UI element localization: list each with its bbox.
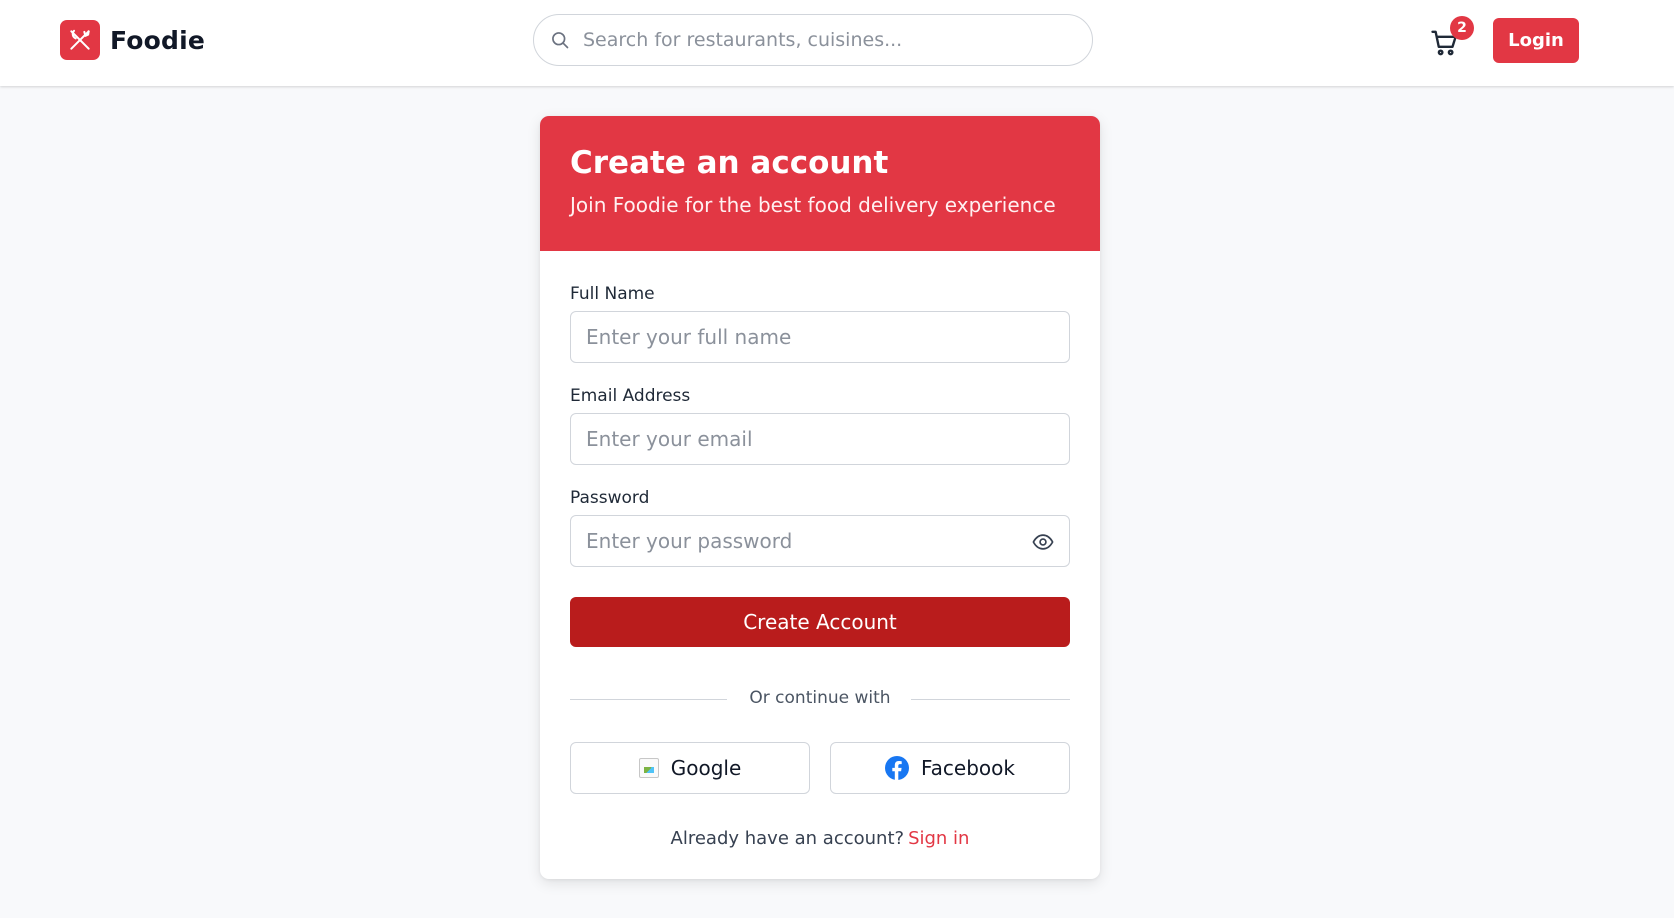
- cart-count-badge: 2: [1450, 16, 1474, 40]
- fork-knife-icon: [60, 20, 100, 60]
- email-input[interactable]: [586, 421, 1026, 457]
- facebook-logo-icon: [885, 756, 909, 780]
- facebook-button-label: Facebook: [921, 756, 1015, 780]
- full-name-input[interactable]: [586, 319, 1026, 355]
- signin-link[interactable]: Sign in: [908, 828, 969, 849]
- create-account-button[interactable]: Create Account: [570, 597, 1070, 647]
- full-name-field-box: [570, 311, 1070, 363]
- signup-card: Create an account Join Foodie for the be…: [540, 116, 1100, 879]
- google-login-button[interactable]: Google: [570, 742, 810, 794]
- brand-home-link[interactable]: Foodie: [60, 20, 205, 60]
- signin-prompt-text: Already have an account?: [670, 828, 905, 849]
- page-title: Create an account: [570, 145, 889, 181]
- divider-line-left: [570, 699, 727, 700]
- password-input[interactable]: [586, 523, 1026, 559]
- signin-prompt: Already have an account? Sign in: [540, 828, 1100, 849]
- top-navbar: Foodie 2 Login: [0, 0, 1674, 86]
- google-button-label: Google: [670, 756, 742, 780]
- signup-card-header: Create an account Join Foodie for the be…: [540, 116, 1100, 251]
- page-subtitle: Join Foodie for the best food delivery e…: [570, 193, 1056, 217]
- full-name-label: Full Name: [570, 284, 655, 304]
- search-input[interactable]: [583, 20, 1063, 60]
- divider-text: Or continue with: [749, 688, 891, 708]
- divider-line-right: [911, 699, 1070, 700]
- facebook-login-button[interactable]: Facebook: [830, 742, 1070, 794]
- email-label: Email Address: [570, 386, 691, 406]
- search-icon: [549, 29, 571, 51]
- login-button[interactable]: Login: [1493, 18, 1579, 63]
- cart-button[interactable]: 2: [1430, 16, 1474, 60]
- eye-icon[interactable]: [1031, 530, 1055, 554]
- password-label: Password: [570, 488, 650, 508]
- brand-name: Foodie: [110, 25, 206, 55]
- search-bar[interactable]: [533, 14, 1093, 66]
- google-logo-icon: [638, 758, 659, 778]
- email-field-box: [570, 413, 1070, 465]
- password-field-box: [570, 515, 1070, 567]
